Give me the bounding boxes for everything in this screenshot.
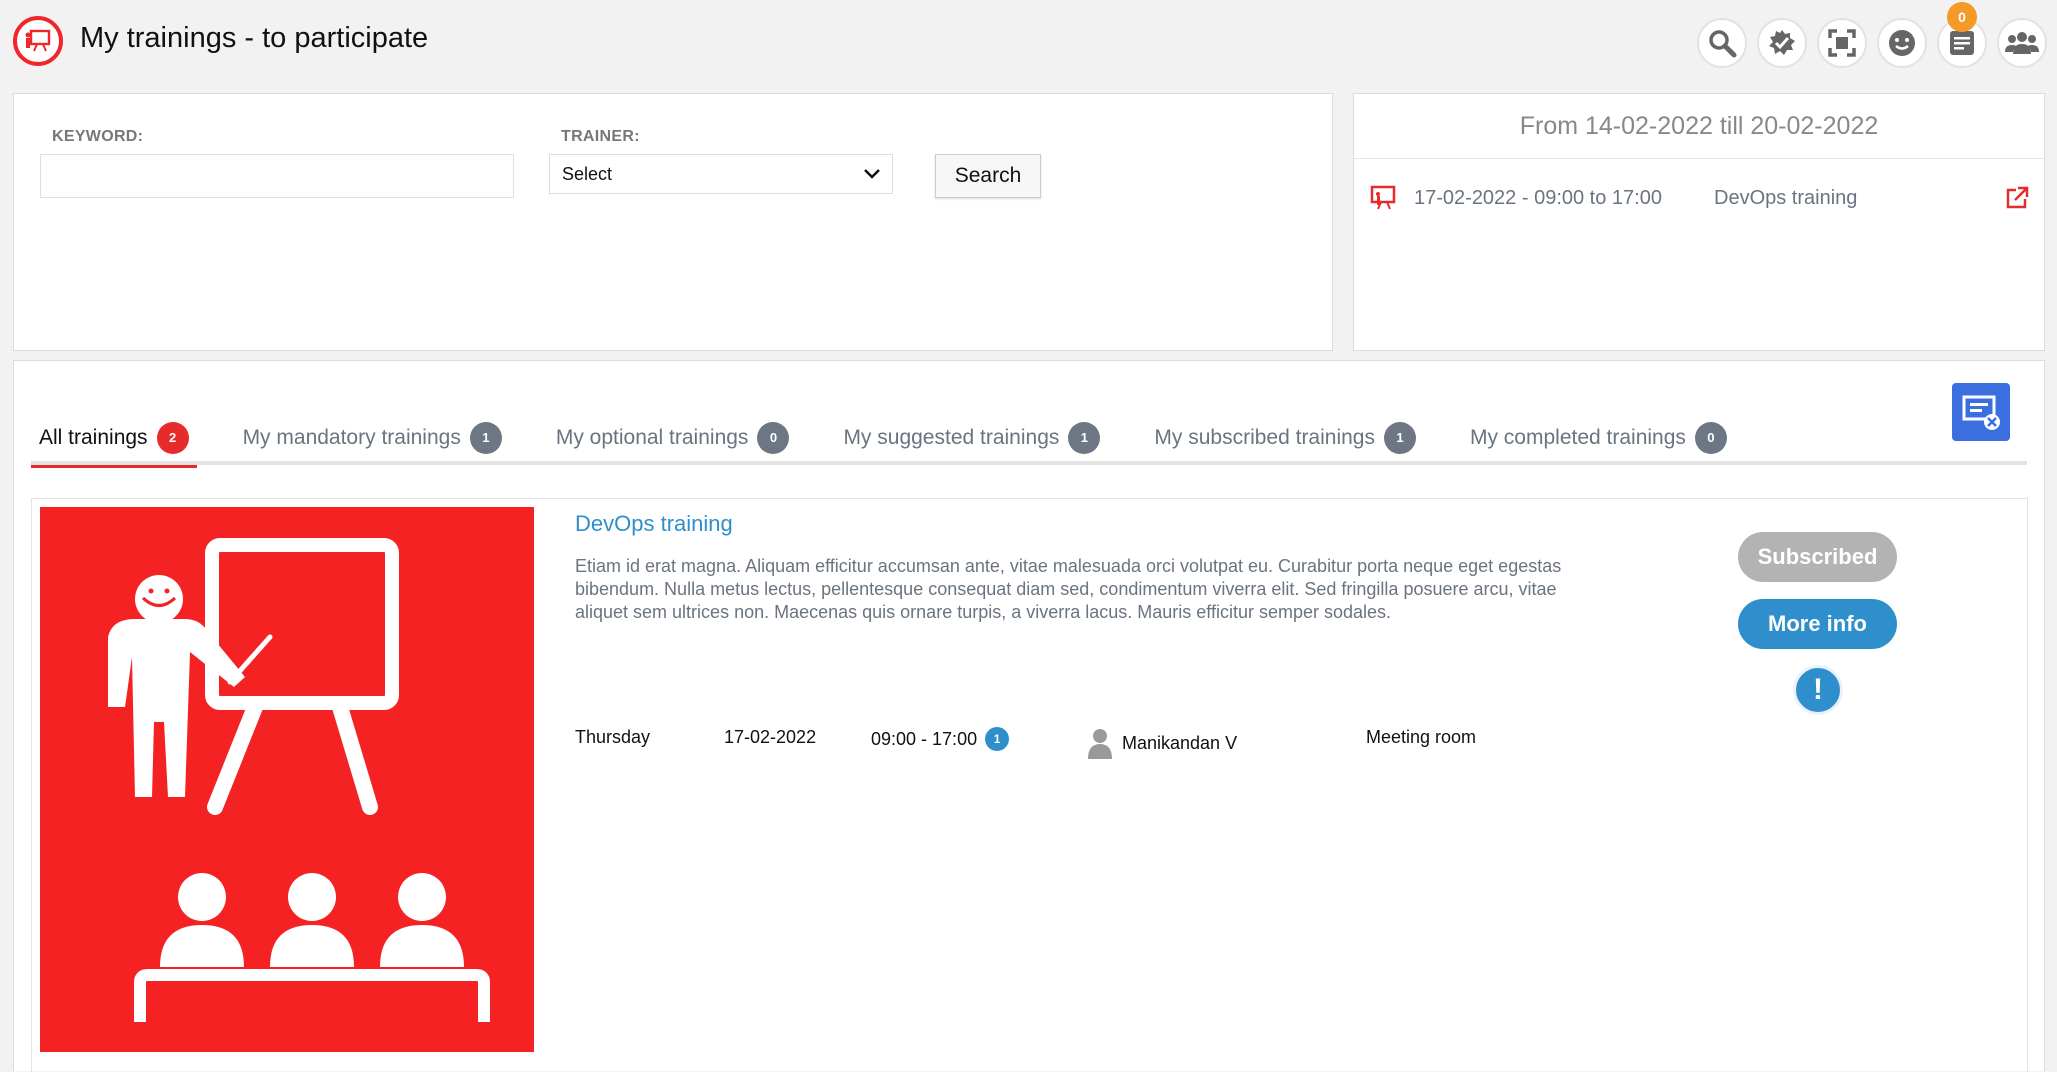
tab-optional-trainings[interactable]: My optional trainings 0 (548, 411, 798, 464)
tab-suggested-trainings[interactable]: My suggested trainings 1 (835, 411, 1108, 464)
subscribed-status-button[interactable]: Subscribed (1738, 532, 1897, 582)
header-toolbar: 0 (1697, 2, 2047, 68)
week-item-name[interactable]: DevOps training (1714, 187, 2004, 210)
session-count-badge[interactable]: 1 (985, 727, 1010, 751)
search-button[interactable]: Search (935, 154, 1041, 198)
tab-completed-trainings[interactable]: My completed trainings 0 (1462, 411, 1735, 464)
training-time-group: 09:00 - 17:00 1 (871, 727, 1010, 751)
tab-count-badge: 2 (156, 421, 189, 454)
tab-label: My completed trainings (1469, 425, 1686, 449)
week-item-datetime: 17-02-2022 - 09:00 to 17:00 (1414, 186, 1662, 209)
training-day: Thursday (575, 727, 651, 747)
fullscreen-icon[interactable] (1817, 18, 1867, 68)
presentation-icon (1370, 185, 1396, 210)
training-location: Meeting room (1366, 727, 1477, 747)
external-link-icon[interactable] (2004, 185, 2030, 211)
user-avatar-icon (1088, 729, 1112, 759)
training-tabs: All trainings 2 My mandatory trainings 1… (31, 411, 1773, 468)
classroom-illustration-icon (108, 538, 490, 1022)
tab-label: All trainings (39, 425, 148, 449)
tab-count-badge: 1 (469, 421, 502, 454)
tab-label: My mandatory trainings (242, 425, 461, 449)
trainer-name: Manikandan V (1122, 732, 1238, 753)
tab-count-badge: 1 (1383, 421, 1416, 454)
tab-count-badge: 1 (1068, 421, 1101, 454)
presentation-view-toggle-icon[interactable] (1952, 383, 2010, 441)
more-info-button[interactable]: More info (1738, 599, 1897, 649)
training-title-link[interactable]: DevOps training (575, 511, 733, 537)
tab-subscribed-trainings[interactable]: My subscribed trainings 1 (1146, 411, 1424, 464)
tab-count-badge: 0 (1694, 421, 1727, 454)
week-overview-panel: From 14-02-2022 till 20-02-2022 17-02-20… (1353, 93, 2045, 351)
tab-mandatory-trainings[interactable]: My mandatory trainings 1 (235, 411, 510, 464)
tabs-underline (31, 461, 2027, 465)
trainer-group: Manikandan V (1086, 727, 1237, 759)
app-header: My trainings - to participate 0 (0, 0, 2057, 84)
notification-count-badge: 0 (1947, 2, 1977, 32)
tab-label: My suggested trainings (843, 425, 1060, 449)
training-date: 17-02-2022 (724, 727, 817, 747)
group-icon[interactable] (1997, 18, 2047, 68)
smiley-icon[interactable] (1877, 18, 1927, 68)
divider (1354, 158, 2044, 159)
training-time: 09:00 - 17:00 (871, 728, 978, 749)
notes-icon[interactable]: 0 (1937, 2, 1987, 68)
trainer-select-value: Select (562, 163, 613, 184)
search-panel: KEYWORD: TRAINER: Select Search (13, 93, 1333, 351)
week-item: 17-02-2022 - 09:00 to 17:00 DevOps train… (1370, 180, 2030, 216)
page-title: My trainings - to participate (80, 22, 429, 54)
chevron-down-icon (864, 169, 880, 179)
week-range-title: From 14-02-2022 till 20-02-2022 (1519, 112, 1879, 140)
training-logo-icon (13, 16, 63, 66)
training-card: DevOps training Etiam id erat magna. Ali… (31, 498, 2028, 1072)
approve-icon[interactable] (1757, 18, 1807, 68)
tab-label: My optional trainings (555, 425, 749, 449)
training-list-panel: All trainings 2 My mandatory trainings 1… (13, 360, 2045, 1072)
training-description: Etiam id erat magna. Aliquam efficitur a… (575, 556, 1562, 622)
tab-label: My subscribed trainings (1154, 425, 1375, 449)
keyword-label: KEYWORD: (52, 128, 144, 145)
training-image (40, 507, 534, 1052)
trainer-select[interactable]: Select (549, 154, 893, 194)
tab-count-badge: 0 (757, 421, 790, 454)
keyword-input[interactable] (40, 154, 514, 198)
trainer-label: TRAINER: (561, 128, 640, 145)
tab-all-trainings[interactable]: All trainings 2 (31, 411, 197, 468)
alert-icon[interactable]: ! (1793, 665, 1843, 715)
search-icon[interactable] (1697, 18, 1747, 68)
